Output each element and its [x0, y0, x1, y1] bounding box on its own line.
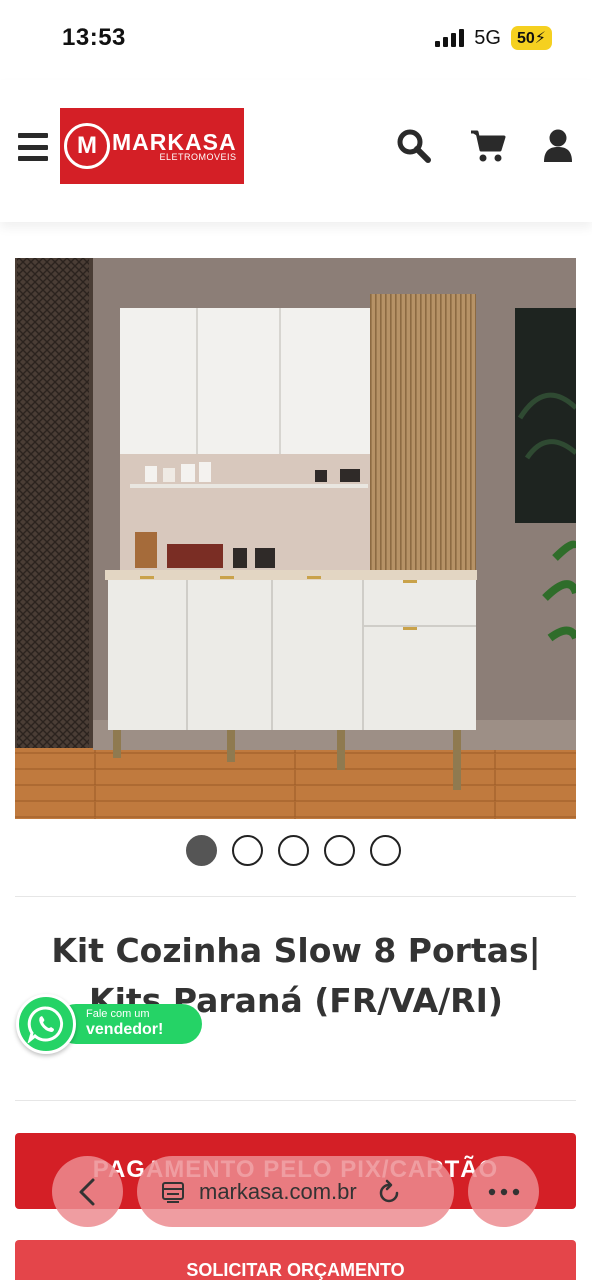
status-bar: 13:53 5G 50⚡ [0, 0, 592, 80]
carousel-dot[interactable] [186, 835, 217, 866]
logo[interactable]: M MARKASA ELETROMOVEIS [60, 108, 244, 184]
reload-icon[interactable] [377, 1179, 401, 1205]
logo-name: MARKASA [112, 129, 237, 155]
whatsapp-label-small: Fale com um [86, 1008, 150, 1020]
url-text: markasa.com.br [199, 1178, 357, 1204]
user-icon[interactable] [540, 128, 576, 164]
carousel-dot[interactable] [370, 835, 401, 866]
address-bar[interactable]: markasa.com.br [137, 1156, 454, 1227]
menu-icon[interactable] [18, 133, 48, 161]
logo-subtitle: ELETROMOVEIS [159, 152, 237, 162]
divider [15, 1100, 576, 1101]
site-header: M MARKASA ELETROMOVEIS [0, 80, 592, 222]
status-indicators: 5G 50⚡ [435, 26, 552, 50]
logo-mark: M [64, 123, 110, 169]
charging-icon: ⚡ [534, 30, 546, 47]
more-icon [488, 1188, 519, 1195]
carousel-dot[interactable] [278, 835, 309, 866]
back-button[interactable] [52, 1156, 123, 1227]
kitchen-cabinet-photo [15, 258, 576, 819]
whatsapp-button[interactable]: Fale com um vendedor! [16, 994, 202, 1060]
back-icon [79, 1178, 94, 1205]
carousel-dot[interactable] [324, 835, 355, 866]
search-icon[interactable] [396, 128, 432, 164]
whatsapp-label-big: vendedor! [86, 1021, 164, 1038]
quote-button[interactable]: SOLICITAR ORÇAMENTO [15, 1240, 576, 1280]
whatsapp-icon [16, 994, 76, 1054]
signal-icon [435, 29, 465, 47]
battery-indicator: 50⚡ [510, 26, 552, 50]
more-button[interactable] [468, 1156, 539, 1227]
whatsapp-label: Fale com um vendedor! [56, 1004, 202, 1044]
divider [15, 896, 576, 897]
cart-icon[interactable] [470, 128, 506, 164]
carousel-dot[interactable] [232, 835, 263, 866]
battery-level: 50 [516, 30, 535, 47]
network-type: 5G [474, 26, 501, 49]
product-image[interactable] [15, 258, 576, 819]
browser-toolbar: markasa.com.br [0, 1140, 592, 1240]
carousel-dots [186, 835, 401, 866]
reader-icon [162, 1181, 184, 1203]
status-time: 13:53 [62, 24, 126, 51]
